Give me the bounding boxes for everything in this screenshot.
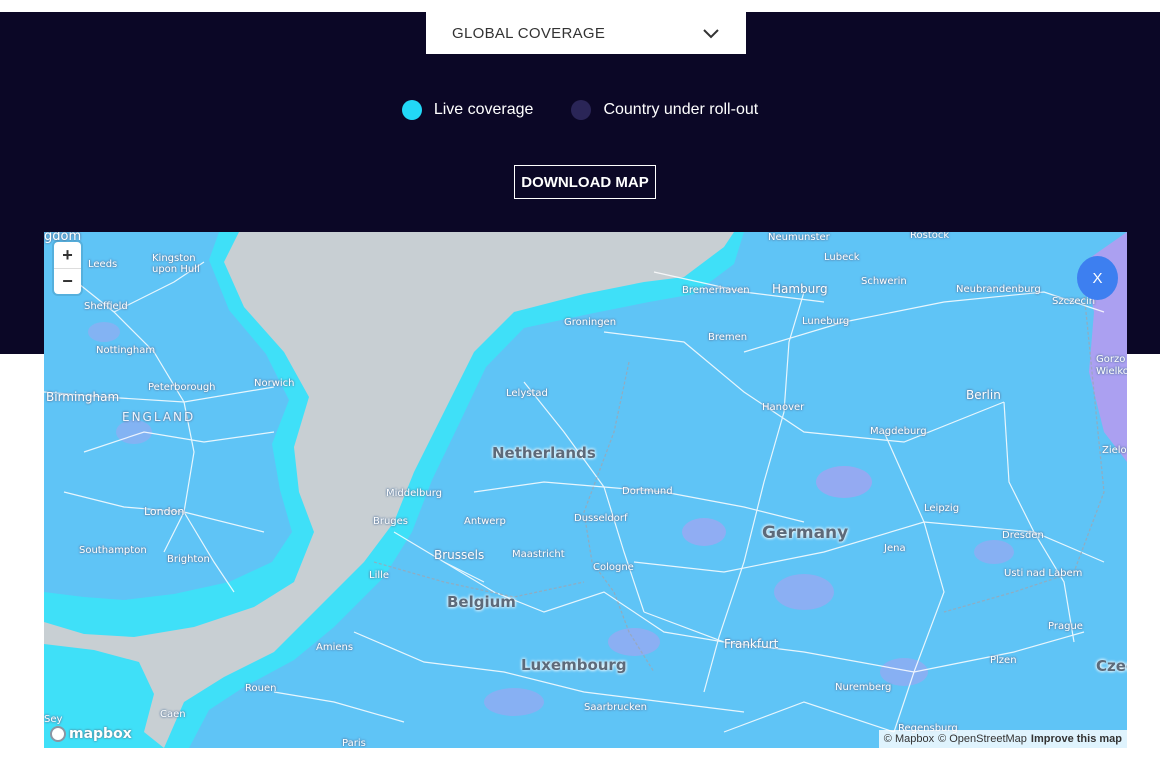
map-label-city: Usti nad Labem (1004, 568, 1083, 579)
map-label-city: Nottingham (96, 345, 156, 356)
map-label-city: Norwich (254, 378, 295, 389)
zoom-control: + − (54, 242, 81, 294)
map-label-city: Brighton (167, 554, 210, 565)
map-label-city: Jena (884, 543, 906, 554)
map-label-city: Bremen (708, 332, 748, 343)
map-label-city: Leeds (88, 259, 118, 270)
map-label-city: Berlin (966, 388, 1001, 402)
map-label-city: Dortmund (622, 486, 673, 497)
rollout-dot (571, 100, 592, 120)
mapbox-logo-text: mapbox (69, 726, 132, 742)
map-label-city: Rouen (245, 683, 277, 694)
map-label-city: Lille (369, 570, 390, 581)
map-label-region: ENGLAND (122, 410, 196, 424)
legend-label-live: Live coverage (433, 101, 534, 118)
mapbox-logo[interactable]: mapbox (50, 726, 132, 742)
legend-item-rollout: Country under roll-out (571, 100, 758, 120)
map-label-city: Brussels (434, 548, 485, 562)
map-label-city: Sey (44, 714, 63, 725)
chevron-down-icon (703, 29, 719, 39)
map-label-city: Neumunster (768, 232, 830, 243)
coverage-dropdown-value: GLOBAL COVERAGE (452, 24, 606, 42)
map-legend: Live coverage Country under roll-out (0, 100, 1160, 120)
map-label-city: Luneburg (802, 316, 850, 327)
map-label-city: Schwerin (861, 276, 907, 287)
map-label-city: Peterborough (148, 382, 216, 393)
map-label-city: Leipzig (924, 503, 960, 514)
map-label-city: Dresden (1002, 530, 1044, 541)
map-label-city: Gorzo Wielkop (1096, 354, 1127, 377)
map-label-city: Plzen (990, 655, 1017, 666)
map-label-city: Middelburg (386, 488, 443, 499)
map-label-city: Antwerp (464, 516, 506, 527)
map-label-city: Caen (160, 709, 186, 720)
map-label-country: Belgium (447, 593, 516, 611)
download-map-button[interactable]: DOWNLOAD MAP (514, 165, 656, 199)
map-label-city: Nuremberg (835, 682, 892, 693)
map-label-city: Paris (342, 738, 366, 748)
attribution-mapbox-link[interactable]: © Mapbox (884, 733, 934, 745)
map-label-city: Rostock (910, 232, 950, 241)
map-label-city: Sheffield (84, 301, 128, 312)
map-label-city: Kingston upon Hull (152, 253, 200, 275)
coverage-map[interactable]: gdom Leeds Kingston upon Hull Sheffield … (44, 232, 1127, 748)
map-label-city: Cologne (593, 562, 634, 573)
legend-item-live: Live coverage (401, 100, 534, 120)
map-label-city: Groningen (564, 317, 617, 328)
map-label-city: Bruges (373, 516, 409, 527)
legend-label-rollout: Country under roll-out (603, 101, 759, 118)
improve-map-link[interactable]: Improve this map (1031, 733, 1122, 745)
map-label-city: Amiens (316, 642, 354, 653)
map-label-city: Lelystad (506, 388, 548, 399)
map-label-country: Germany (762, 523, 849, 543)
live-coverage-dot (401, 100, 422, 120)
map-label-city: Neubrandenburg (956, 284, 1041, 295)
map-attribution: © Mapbox © OpenStreetMap Improve this ma… (878, 730, 1127, 748)
map-label-city: Frankfurt (724, 637, 779, 651)
map-label-city: Magdeburg (870, 426, 927, 437)
zoom-out-button[interactable]: − (54, 268, 81, 294)
map-label-city: Bremerhaven (682, 285, 750, 296)
map-label-city: Hamburg (772, 282, 828, 296)
map-label-country: Netherlands (492, 444, 596, 462)
map-label-city: Hanover (762, 402, 805, 413)
map-label-city: Prague (1048, 621, 1083, 632)
map-label-city: Saarbrucken (584, 702, 647, 713)
map-label-city: Lubeck (824, 252, 860, 263)
map-label-country: Czec (1096, 657, 1127, 675)
map-label-city: Southampton (79, 545, 147, 556)
map-label-city: Birmingham (46, 390, 120, 404)
map-label-city: Maastricht (512, 549, 565, 560)
zoom-in-button[interactable]: + (54, 242, 81, 268)
coverage-dropdown[interactable]: GLOBAL COVERAGE (426, 12, 746, 54)
map-label-city: Dusseldorf (574, 513, 628, 524)
map-label-city: London (144, 505, 185, 518)
attribution-osm-link[interactable]: © OpenStreetMap (938, 733, 1027, 745)
mapbox-logo-icon (50, 726, 66, 742)
map-label-country: Luxembourg (521, 656, 627, 674)
map-label-city: Zielo (1102, 445, 1127, 456)
close-map-button[interactable]: X (1077, 256, 1118, 300)
